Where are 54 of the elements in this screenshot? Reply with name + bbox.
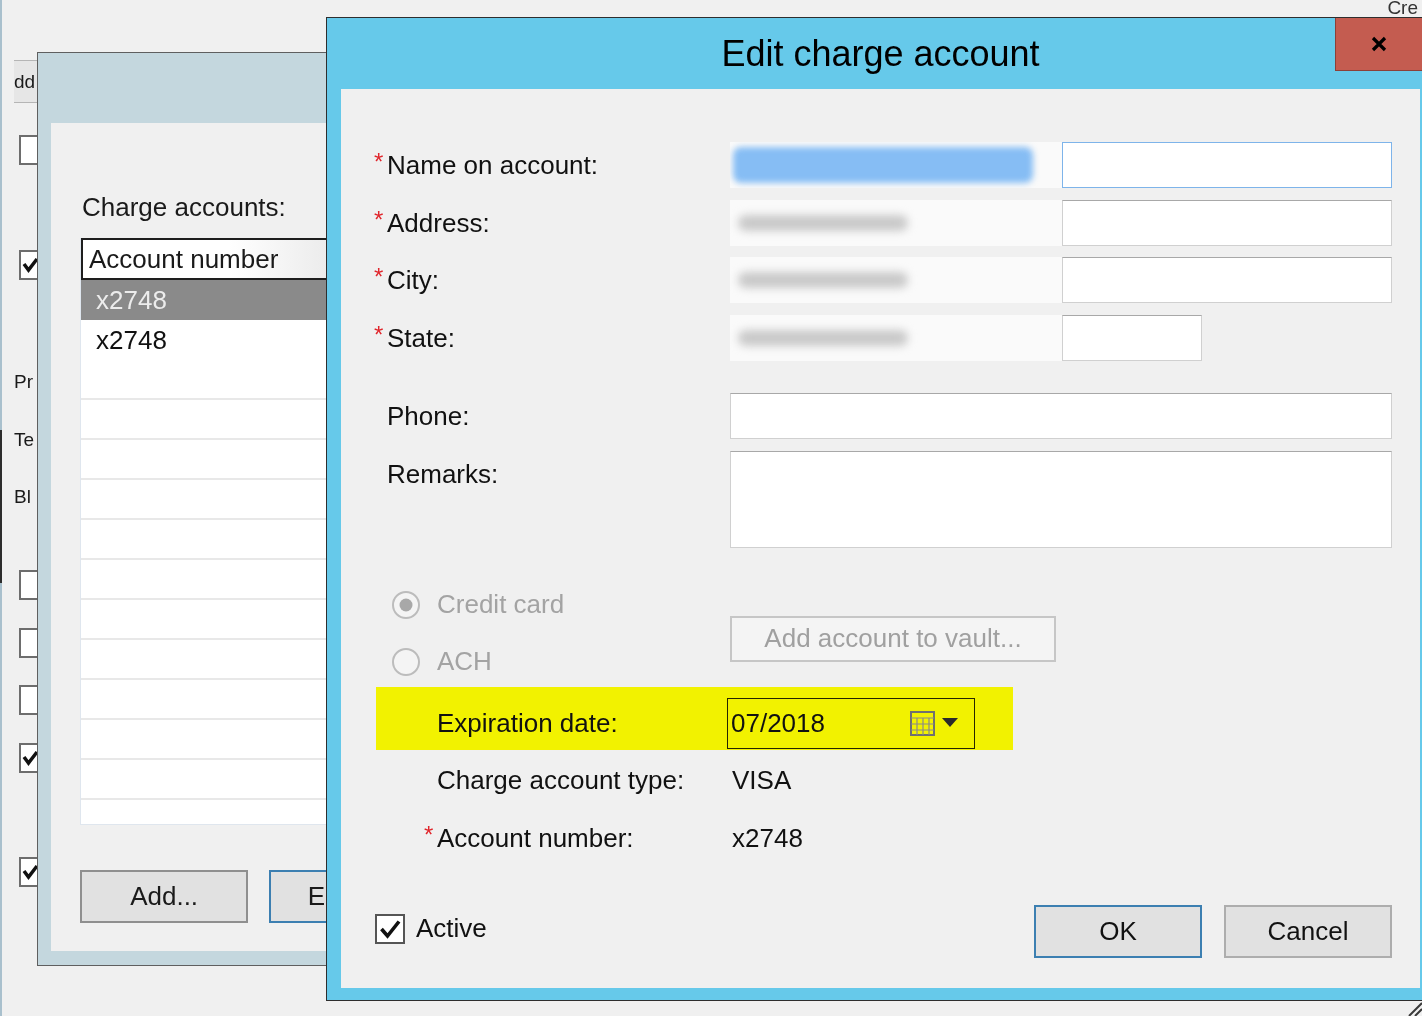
date-value: 07/2018: [731, 707, 826, 739]
field-label: Account number:: [437, 821, 634, 855]
required-mark: *: [374, 147, 384, 177]
field-label: Name on account:: [387, 149, 598, 182]
toolbar-button[interactable]: dd: [14, 60, 37, 103]
date-field[interactable]: 07/2018: [727, 697, 975, 749]
field-label: Charge account type:: [437, 763, 685, 797]
checkbox[interactable]: [19, 685, 37, 715]
required-mark: *: [424, 819, 434, 850]
field-label: Pr: [14, 370, 33, 394]
required-mark: *: [374, 204, 384, 235]
text-field[interactable]: [1062, 257, 1392, 303]
cancel-button[interactable]: Cancel: [1224, 905, 1392, 958]
field-label: Te: [14, 428, 35, 452]
checkbox[interactable]: [375, 913, 405, 944]
field-label: Address:: [387, 206, 490, 240]
field-label: Expiration date:: [437, 707, 619, 739]
window-title: Edit charge account: [721, 32, 1040, 75]
button[interactable]: Add...: [80, 870, 249, 923]
resize-grip-icon[interactable]: [1406, 1001, 1422, 1016]
checkbox[interactable]: [19, 135, 37, 165]
field-label: State:: [387, 321, 455, 355]
table-cell-text: x2748: [95, 324, 167, 356]
text-field[interactable]: [1062, 142, 1392, 188]
text-field[interactable]: [1062, 199, 1392, 246]
checkbox[interactable]: [19, 743, 37, 773]
checkbox-label: Active: [416, 913, 487, 944]
column-header[interactable]: Account number: [81, 238, 326, 280]
list-label: Charge accounts:: [82, 191, 287, 224]
field-label: Remarks:: [387, 457, 499, 491]
calendar-icon[interactable]: [909, 709, 936, 737]
field-label: Phone:: [387, 399, 470, 433]
radio-label: ACH: [437, 646, 492, 677]
checkbox[interactable]: [19, 857, 37, 887]
required-mark: *: [374, 319, 384, 350]
text-field[interactable]: [1062, 314, 1202, 361]
checkbox[interactable]: [19, 570, 37, 600]
required-mark: *: [374, 262, 384, 292]
ok-button[interactable]: OK: [1034, 905, 1202, 958]
field-label: Bl: [14, 485, 31, 509]
table-row[interactable]: x2748: [81, 320, 326, 360]
table-cell-text: x2748: [95, 284, 167, 316]
checkbox[interactable]: [19, 628, 37, 658]
caret-icon[interactable]: [942, 718, 958, 728]
close-button[interactable]: [1335, 18, 1422, 71]
radio-label: Credit card: [437, 589, 565, 620]
text-field[interactable]: [730, 392, 1392, 439]
checkbox[interactable]: [19, 250, 37, 280]
field-value: x2748: [732, 821, 803, 855]
corner-label: Cre: [1387, 0, 1418, 16]
close-icon: [1371, 36, 1387, 52]
field-label: City:: [387, 264, 439, 297]
field-value: VISA: [732, 763, 792, 797]
button[interactable]: E: [269, 870, 326, 923]
